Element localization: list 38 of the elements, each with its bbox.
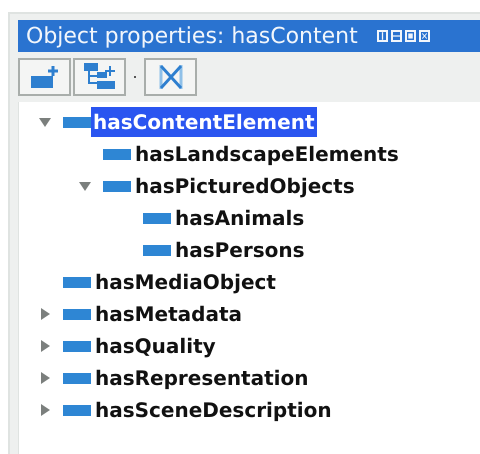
delete-button[interactable] (144, 58, 197, 96)
split-vertical-icon[interactable] (376, 30, 388, 42)
tree-item[interactable]: hasPicturedObjects (133, 171, 357, 201)
tree-item[interactable]: hasRepresentation (93, 363, 311, 393)
property-icon (103, 180, 131, 192)
tree-item[interactable]: hasMetadata (93, 299, 244, 329)
toolbar-separator (134, 76, 136, 78)
tree-item[interactable]: hasSceneDescription (93, 395, 334, 425)
expand-arrow-icon[interactable] (38, 339, 52, 353)
expand-arrow-icon[interactable] (38, 307, 52, 321)
add-node-icon (30, 64, 58, 90)
tree-item[interactable]: hasMediaObject (93, 267, 278, 297)
tree-item[interactable]: hasPersons (173, 235, 307, 265)
property-icon (103, 148, 131, 160)
tree-item[interactable]: hasContentElement (91, 107, 317, 137)
panel-title: Object properties: hasContent (26, 22, 358, 50)
property-icon (143, 244, 171, 256)
expand-arrow-icon[interactable] (38, 403, 52, 417)
property-icon (63, 276, 91, 288)
expand-arrow-icon[interactable] (38, 371, 52, 385)
tree-item[interactable]: hasAnimals (173, 203, 306, 233)
collapse-arrow-icon[interactable] (38, 115, 52, 129)
property-icon (63, 308, 91, 320)
property-icon (63, 340, 91, 352)
property-icon (63, 404, 91, 416)
split-horizontal-icon[interactable] (390, 30, 402, 42)
property-icon (63, 372, 91, 384)
add-sibling-button[interactable] (73, 58, 126, 96)
add-subproperty-button[interactable] (18, 58, 71, 96)
property-icon (143, 212, 171, 224)
property-icon (63, 116, 91, 128)
add-sibling-node-icon (84, 63, 116, 91)
tree-item[interactable]: hasQuality (93, 331, 218, 361)
collapse-arrow-icon[interactable] (78, 179, 92, 193)
crossed-node-icon (158, 63, 184, 91)
close-icon[interactable] (418, 30, 430, 42)
tree-item[interactable]: hasLandscapeElements (133, 139, 401, 169)
maximize-icon[interactable] (404, 30, 416, 42)
